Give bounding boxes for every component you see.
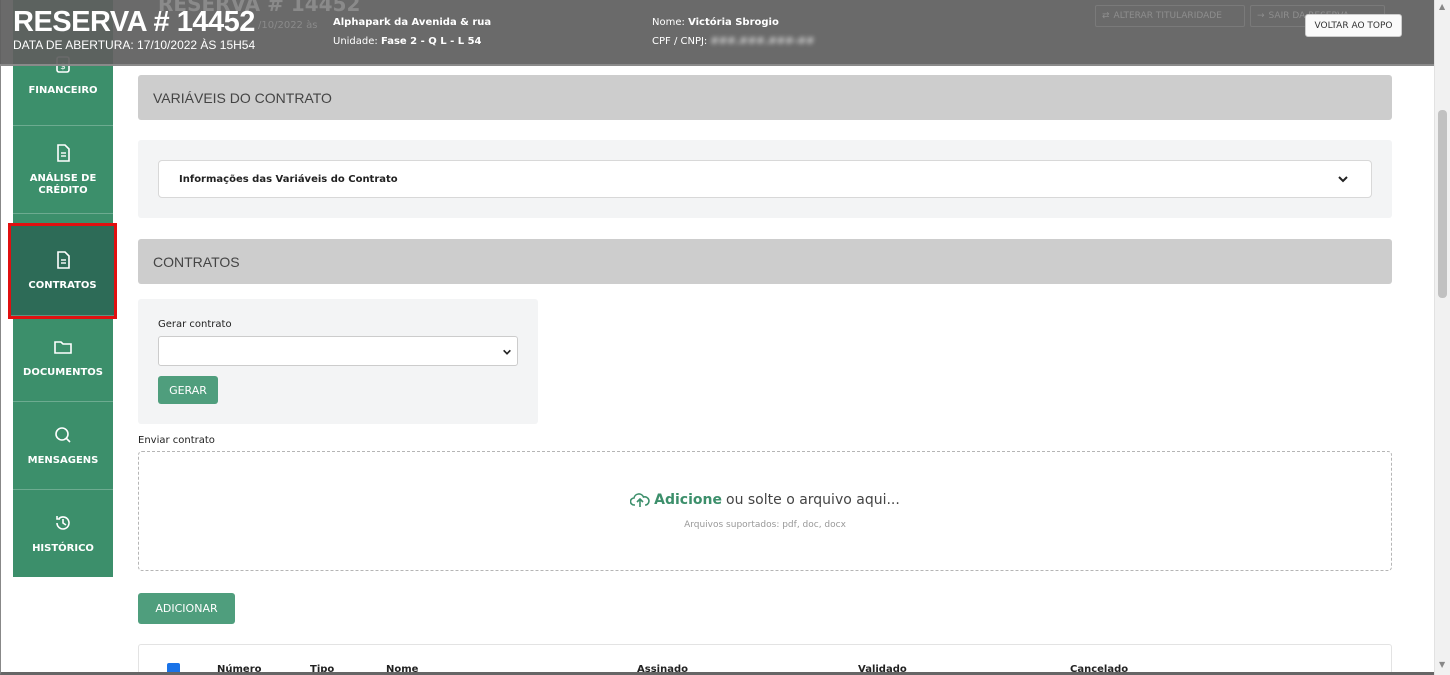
section-variaveis-header: VARIÁVEIS DO CONTRATO	[138, 75, 1392, 120]
sticky-header: RESERVA # 14452 /10/2022 às RESERVA # 14…	[0, 0, 1434, 66]
change-owner-button[interactable]: ⇄ ALTERAR TITULARIDADE	[1095, 5, 1245, 27]
document-icon	[56, 250, 70, 269]
file-dropzone[interactable]: Adicione ou solte o arquivo aqui... Arqu…	[138, 451, 1392, 571]
document-icon	[57, 143, 70, 162]
column-header-tipo[interactable]: Tipo	[310, 664, 334, 675]
variables-panel: Informações das Variáveis do Contrato	[138, 140, 1392, 218]
sidebar-item-historico[interactable]: HISTÓRICO	[13, 490, 113, 578]
sidebar: $ FINANCEIRO ANÁLISE DE CRÉDITO CONTRATO…	[8, 0, 117, 578]
column-header-numero[interactable]: Número	[217, 664, 262, 675]
page-title: RESERVA # 14452	[13, 6, 255, 38]
select-all-checkbox[interactable]	[167, 663, 180, 675]
client-name: Nome: Victória Sbrogio	[652, 17, 779, 28]
generate-contract-select[interactable]	[158, 336, 518, 366]
generate-contract-label: Gerar contrato	[158, 319, 232, 330]
project-name: Alphapark da Avenida & rua	[333, 17, 492, 28]
sidebar-item-label: DOCUMENTOS	[23, 366, 103, 378]
back-to-top-button[interactable]: VOLTAR AO TOPO	[1305, 14, 1402, 37]
swap-icon: ⇄	[1102, 11, 1110, 21]
sidebar-item-label: MENSAGENS	[27, 454, 99, 466]
scroll-down-icon[interactable]: ▼	[1439, 660, 1445, 669]
chevron-down-icon	[1338, 176, 1348, 183]
sidebar-item-mensagens[interactable]: MENSAGENS	[13, 402, 113, 490]
sidebar-item-contratos[interactable]: CONTRATOS	[8, 223, 117, 319]
section-contratos-header: CONTRATOS	[138, 239, 1392, 284]
scroll-up-icon[interactable]: ▲	[1439, 2, 1445, 11]
client-document: CPF / CNPJ: ###.###.###-##	[652, 36, 815, 47]
unit-info: Unidade: Fase 2 - Q L - L 54	[333, 36, 482, 47]
contracts-table: Número Tipo Nome Assinado Validado Cance…	[138, 644, 1392, 675]
accordion-title: Informações das Variáveis do Contrato	[179, 173, 398, 185]
sidebar-item-documentos[interactable]: DOCUMENTOS	[13, 314, 113, 402]
sidebar-item-label: CONTRATOS	[28, 279, 97, 291]
vertical-scrollbar[interactable]: ▲ ▼	[1434, 0, 1450, 675]
generate-button[interactable]: GERAR	[158, 376, 218, 404]
scrollbar-thumb[interactable]	[1438, 110, 1447, 298]
exit-icon: →	[1257, 11, 1265, 21]
chat-icon	[55, 426, 71, 443]
folder-icon	[54, 340, 72, 354]
ghost-date: /10/2022 às	[258, 20, 318, 31]
variables-accordion[interactable]: Informações das Variáveis do Contrato	[158, 160, 1372, 198]
dropzone-add-link[interactable]: Adicione	[654, 492, 722, 508]
dropzone-main: Adicione ou solte o arquivo aqui...	[139, 492, 1391, 508]
column-header-cancelado[interactable]: Cancelado	[1070, 664, 1128, 675]
sidebar-item-label: HISTÓRICO	[32, 543, 94, 554]
column-header-assinado[interactable]: Assinado	[637, 664, 688, 675]
chevron-down-icon	[503, 349, 511, 355]
dropzone-supported-formats: Arquivos suportados: pdf, doc, docx	[684, 520, 846, 530]
history-icon	[56, 516, 70, 530]
send-contract-label: Enviar contrato	[138, 435, 215, 446]
dropzone-text: ou solte o arquivo aqui...	[726, 492, 900, 508]
column-header-nome[interactable]: Nome	[386, 664, 418, 675]
opened-date: DATA DE ABERTURA: 17/10/2022 ÀS 15H54	[13, 38, 256, 52]
sidebar-item-label: ANÁLISE DE CRÉDITO	[29, 172, 97, 196]
cloud-upload-icon	[630, 493, 650, 507]
sidebar-item-analise-credito[interactable]: ANÁLISE DE CRÉDITO	[13, 126, 113, 214]
generate-contract-panel: Gerar contrato GERAR	[138, 299, 538, 424]
add-contract-button[interactable]: ADICIONAR	[138, 593, 235, 624]
column-header-validado[interactable]: Validado	[858, 664, 907, 675]
sidebar-item-label: FINANCEIRO	[28, 84, 98, 96]
